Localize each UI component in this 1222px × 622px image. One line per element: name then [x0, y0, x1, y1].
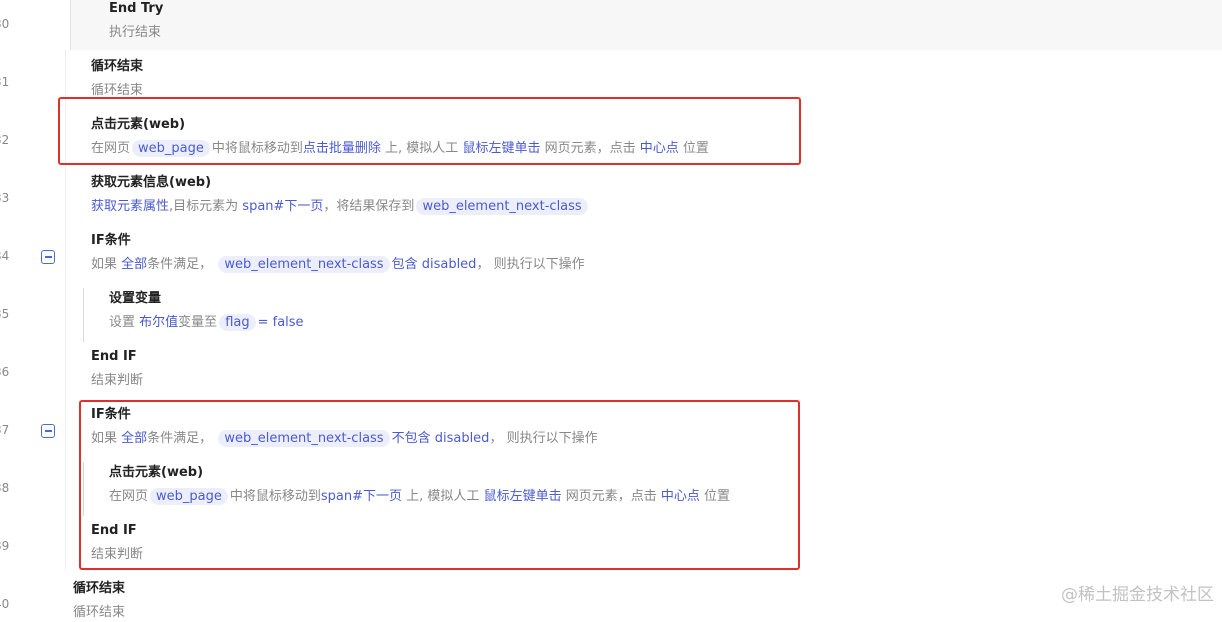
- step-title: End Try: [109, 1, 164, 16]
- desc-text: ， 则执行以下操作: [476, 257, 585, 272]
- desc-text: 变量至: [178, 315, 218, 330]
- step-desc: 设置 布尔值变量至 flag = false: [109, 314, 304, 332]
- step-desc: 结束判断: [91, 373, 144, 388]
- line-number: 38: [0, 481, 10, 495]
- desc-text: 设置: [109, 315, 136, 330]
- step-title: IF条件: [91, 233, 131, 248]
- step-desc: 循环结束: [73, 605, 126, 620]
- keyword: 获取元素属性: [91, 199, 170, 214]
- line-number: 39: [0, 539, 10, 553]
- variable-chip[interactable]: web_element_next-class: [416, 198, 588, 215]
- line-number: 37: [0, 423, 10, 437]
- desc-text: ,目标元素为: [169, 199, 239, 214]
- keyword: span#下一页: [242, 199, 324, 214]
- keyword: = false: [257, 315, 304, 330]
- step-title: 循环结束: [91, 59, 144, 74]
- line-number: 34: [0, 249, 10, 263]
- nested-block-bg: [70, 0, 1222, 50]
- desc-text: ，将结果保存到: [323, 199, 415, 214]
- variable-chip[interactable]: web_element_next-class: [218, 256, 390, 273]
- keyword: 包含 disabled: [391, 257, 477, 272]
- line-number: 30: [0, 17, 10, 31]
- keyword: 布尔值: [139, 315, 179, 330]
- line-number: 31: [0, 75, 10, 89]
- line-number: 32: [0, 133, 10, 147]
- step-desc: 如果 全部条件满足， web_element_next-class 包含 disa…: [91, 256, 585, 274]
- nest-line: [70, 0, 71, 50]
- collapse-icon[interactable]: [41, 424, 55, 438]
- highlight-box: [79, 400, 800, 570]
- step-title: 获取元素信息(web): [91, 175, 212, 190]
- desc-text: 条件满足，: [147, 257, 213, 272]
- step-loop-end[interactable]: 循环结束 循环结束: [73, 580, 125, 622]
- step-title: 循环结束: [73, 581, 126, 596]
- keyword: 全部: [121, 257, 148, 272]
- line-number: 33: [0, 191, 10, 205]
- collapse-icon[interactable]: [41, 250, 55, 264]
- step-set-variable[interactable]: 设置变量 设置 布尔值变量至 flag = false: [109, 290, 304, 332]
- step-end-if[interactable]: End IF 结束判断: [91, 348, 143, 390]
- step-title: 设置变量: [109, 291, 162, 306]
- step-desc: 执行结束: [109, 25, 162, 40]
- nest-line: [83, 288, 84, 342]
- highlight-box: [58, 97, 801, 165]
- line-number: 40: [0, 597, 10, 611]
- step-if-condition[interactable]: IF条件 如果 全部条件满足， web_element_next-class 包含…: [91, 232, 585, 274]
- step-title: End IF: [91, 349, 137, 364]
- step-loop-end[interactable]: 循环结束 循环结束: [91, 58, 143, 100]
- step-end-try[interactable]: End Try 执行结束: [109, 0, 163, 42]
- step-get-element-info[interactable]: 获取元素信息(web) 获取元素属性,目标元素为 span#下一页，将结果保存到…: [91, 174, 590, 216]
- watermark: @稀土掘金技术社区: [1061, 585, 1214, 605]
- variable-chip[interactable]: flag: [219, 314, 256, 331]
- line-number: 36: [0, 365, 10, 379]
- step-desc: 获取元素属性,目标元素为 span#下一页，将结果保存到 web_element_…: [91, 198, 590, 216]
- desc-text: 如果: [91, 257, 118, 272]
- line-number: 35: [0, 307, 10, 321]
